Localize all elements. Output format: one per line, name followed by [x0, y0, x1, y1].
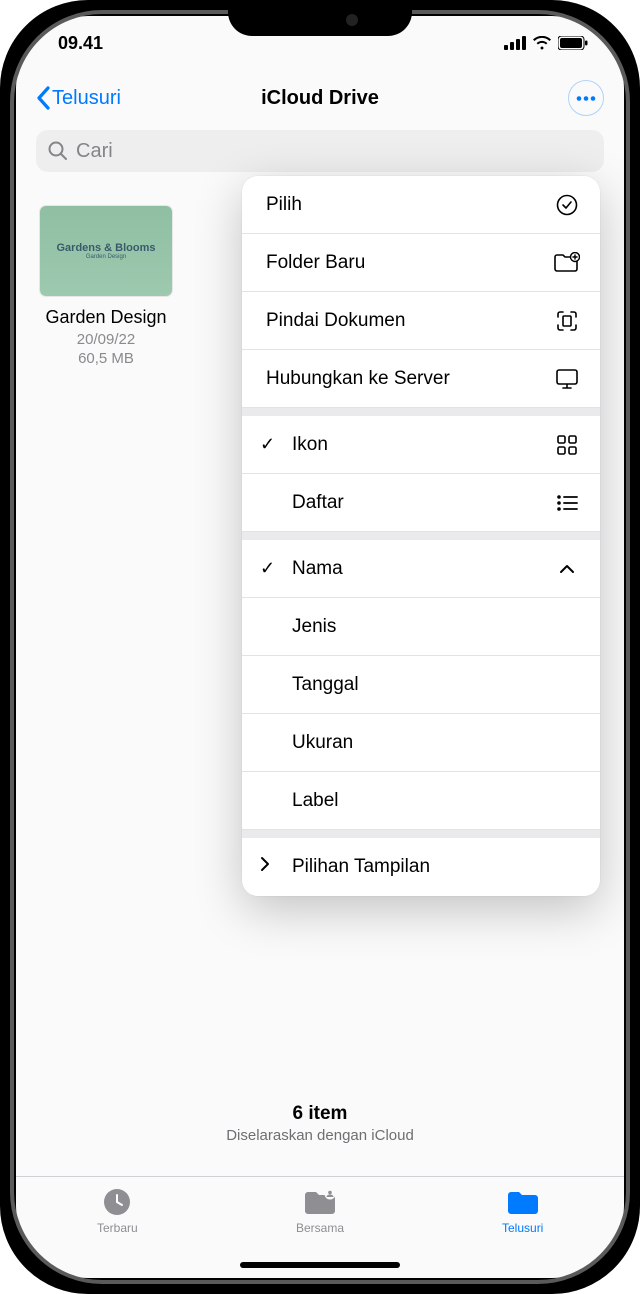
menu-item-sort-kind[interactable]: Jenis	[242, 598, 600, 656]
clock-icon	[16, 1185, 219, 1219]
home-indicator[interactable]	[240, 1262, 400, 1268]
file-thumbnail: Gardens & Blooms Garden Design	[40, 206, 172, 296]
tab-browse[interactable]: Telusuri	[421, 1185, 624, 1278]
shared-folder-icon	[219, 1185, 422, 1219]
ellipsis-icon	[576, 96, 596, 101]
battery-icon	[558, 36, 588, 50]
menu-item-scan-document[interactable]: Pindai Dokumen	[242, 292, 600, 350]
tab-recents[interactable]: Terbaru	[16, 1185, 219, 1278]
menu-item-sort-size[interactable]: Ukuran	[242, 714, 600, 772]
menu-item-view-options[interactable]: Pilihan Tampilan	[242, 838, 600, 896]
sync-status: Diselaraskan dengan iCloud	[16, 1127, 624, 1144]
context-menu: Pilih Folder Baru Pindai Dokumen Hubungk…	[242, 176, 600, 896]
checkmark-icon: ✓	[260, 558, 275, 579]
tab-label: Bersama	[219, 1221, 422, 1235]
back-label: Telusuri	[52, 87, 121, 110]
wifi-icon	[532, 36, 552, 50]
menu-item-connect-server[interactable]: Hubungkan ke Server	[242, 350, 600, 408]
page-title: iCloud Drive	[261, 87, 379, 110]
chevron-left-icon	[36, 86, 50, 110]
search-icon	[48, 141, 68, 161]
search-input[interactable]: Cari	[36, 130, 604, 172]
menu-item-sort-label[interactable]: Label	[242, 772, 600, 830]
menu-item-sort-date[interactable]: Tanggal	[242, 656, 600, 714]
tab-label: Telusuri	[421, 1221, 624, 1235]
search-placeholder: Cari	[76, 140, 113, 163]
chevron-right-icon	[260, 856, 270, 878]
display-icon	[554, 368, 580, 390]
cellular-icon	[504, 36, 526, 50]
file-item-garden[interactable]: Gardens & Blooms Garden Design Garden De…	[36, 206, 176, 416]
status-time: 09.41	[58, 33, 103, 54]
menu-item-select[interactable]: Pilih	[242, 176, 600, 234]
file-name: Garden Design	[36, 306, 176, 329]
menu-item-new-folder[interactable]: Folder Baru	[242, 234, 600, 292]
check-circle-icon	[554, 194, 580, 216]
scan-icon	[554, 309, 580, 333]
status-indicators	[504, 36, 588, 50]
back-button[interactable]: Telusuri	[36, 86, 121, 110]
menu-item-list-view[interactable]: Daftar	[242, 474, 600, 532]
list-icon	[554, 494, 580, 512]
more-button[interactable]	[568, 80, 604, 116]
tab-label: Terbaru	[16, 1221, 219, 1235]
menu-item-sort-name[interactable]: ✓ Nama	[242, 540, 600, 598]
footer-status: 6 item Diselaraskan dengan iCloud	[16, 1103, 624, 1144]
nav-bar: Telusuri iCloud Drive	[16, 70, 624, 126]
folder-plus-icon	[554, 252, 580, 274]
menu-item-icons-view[interactable]: ✓ Ikon	[242, 416, 600, 474]
checkmark-icon: ✓	[260, 434, 275, 455]
chevron-up-icon	[554, 564, 580, 574]
item-count: 6 item	[16, 1103, 624, 1125]
grid-icon	[554, 434, 580, 456]
file-date: 20/09/22	[36, 331, 176, 348]
file-size: 60,5 MB	[36, 350, 176, 367]
folder-icon	[421, 1185, 624, 1219]
